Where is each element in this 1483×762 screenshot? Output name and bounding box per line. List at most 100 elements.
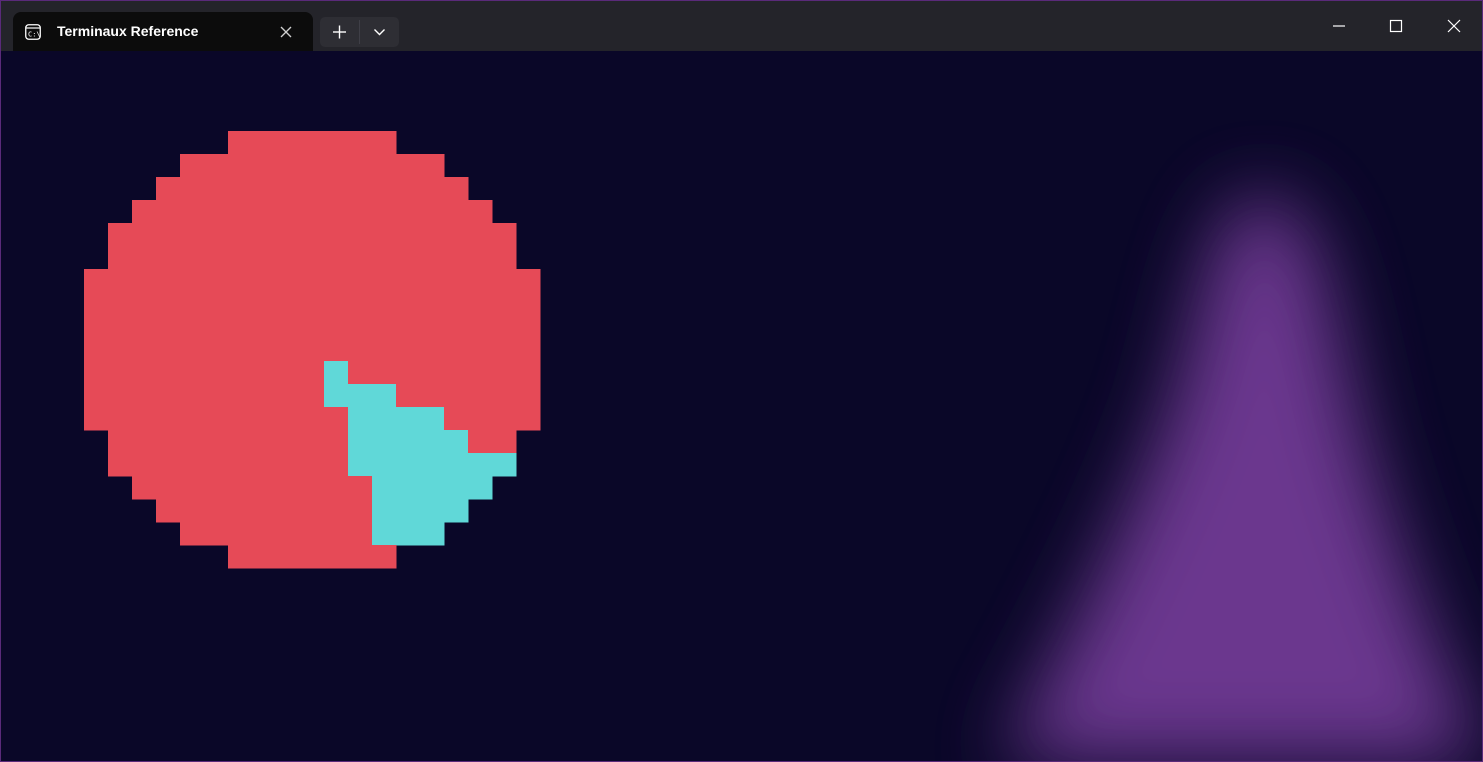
pie-slice-1-cell bbox=[228, 407, 253, 431]
pie-slice-1-cell bbox=[252, 407, 277, 431]
pie-slice-1-cell bbox=[276, 522, 301, 546]
pie-slice-1-cell bbox=[444, 269, 469, 293]
pie-slice-2-cell bbox=[444, 476, 469, 500]
pie-slice-1-cell bbox=[444, 223, 469, 247]
pie-slice-1-cell bbox=[348, 292, 373, 316]
pie-slice-1-cell bbox=[180, 453, 205, 477]
pie-slice-1-cell bbox=[420, 384, 445, 408]
pie-slice-1-cell bbox=[204, 476, 229, 500]
pie-slice-1-cell bbox=[420, 223, 445, 247]
pie-slice-1-cell bbox=[468, 315, 493, 339]
title-bar: C:\ Terminaux Reference bbox=[1, 1, 1482, 51]
pie-slice-1-cell bbox=[276, 361, 301, 385]
pie-slice-1-cell bbox=[396, 154, 421, 178]
pie-slice-1-cell bbox=[324, 177, 349, 201]
pie-slice-1-cell bbox=[348, 545, 373, 569]
pie-slice-1-cell bbox=[276, 453, 301, 477]
minimize-icon bbox=[1333, 25, 1345, 27]
pie-slice-1-cell bbox=[324, 154, 349, 178]
pie-slice-1-cell bbox=[324, 131, 349, 155]
pie-slice-1-cell bbox=[180, 315, 205, 339]
pie-slice-1-cell bbox=[180, 154, 205, 178]
tab-title: Terminaux Reference bbox=[57, 23, 199, 39]
pie-slice-2-cell bbox=[396, 476, 421, 500]
pie-slice-1-cell bbox=[156, 384, 181, 408]
maximize-button[interactable] bbox=[1368, 1, 1424, 51]
pie-slice-1-cell bbox=[156, 476, 181, 500]
pie-slice-2-cell bbox=[396, 453, 421, 477]
pie-slice-1-cell bbox=[372, 177, 397, 201]
pie-slice-1-cell bbox=[132, 246, 157, 270]
pie-slice-1-cell bbox=[300, 476, 325, 500]
pie-slice-1-cell bbox=[108, 269, 133, 293]
pie-slice-1-cell bbox=[156, 430, 181, 454]
pie-slice-1-cell bbox=[204, 246, 229, 270]
pie-slice-1-cell bbox=[156, 223, 181, 247]
pie-slice-1-cell bbox=[252, 522, 277, 546]
pie-slice-1-cell bbox=[420, 315, 445, 339]
pie-slice-1-cell bbox=[300, 338, 325, 362]
pie-slice-1-cell bbox=[300, 384, 325, 408]
pie-slice-1-cell bbox=[372, 154, 397, 178]
pie-slice-1-cell bbox=[372, 292, 397, 316]
pie-slice-1-cell bbox=[396, 361, 421, 385]
pie-slice-1-cell bbox=[276, 338, 301, 362]
pie-slice-1-cell bbox=[492, 315, 517, 339]
pie-slice-1-cell bbox=[228, 499, 253, 523]
tab-terminaux-reference[interactable]: C:\ Terminaux Reference bbox=[13, 12, 313, 51]
pie-slice-2-cell bbox=[492, 453, 517, 477]
close-tab-icon[interactable] bbox=[276, 22, 296, 42]
pie-slice-1-cell bbox=[300, 246, 325, 270]
pie-slice-1-cell bbox=[84, 338, 109, 362]
pie-slice-2-cell bbox=[468, 476, 493, 500]
pie-slice-1-cell bbox=[84, 292, 109, 316]
pie-slice-1-cell bbox=[516, 292, 541, 316]
pie-slice-2-cell bbox=[396, 407, 421, 431]
pie-chart bbox=[84, 131, 541, 569]
new-tab-button[interactable] bbox=[320, 17, 359, 47]
pie-slice-1-cell bbox=[444, 246, 469, 270]
pie-slice-2-cell bbox=[348, 384, 373, 408]
pie-slice-1-cell bbox=[444, 200, 469, 224]
pie-slice-2-cell bbox=[396, 430, 421, 454]
pie-slice-2-cell bbox=[420, 430, 445, 454]
pie-slice-1-cell bbox=[228, 453, 253, 477]
pie-slice-1-cell bbox=[396, 177, 421, 201]
pie-slice-1-cell bbox=[396, 384, 421, 408]
pie-slice-1-cell bbox=[324, 315, 349, 339]
pie-slice-1-cell bbox=[276, 292, 301, 316]
pie-slice-1-cell bbox=[108, 384, 133, 408]
pie-slice-1-cell bbox=[228, 177, 253, 201]
pie-slice-1-cell bbox=[156, 361, 181, 385]
tab-dropdown-button[interactable] bbox=[360, 17, 399, 47]
pie-slice-1-cell bbox=[372, 223, 397, 247]
pie-slice-1-cell bbox=[396, 292, 421, 316]
pie-slice-1-cell bbox=[324, 246, 349, 270]
pie-slice-1-cell bbox=[84, 384, 109, 408]
close-window-button[interactable] bbox=[1426, 1, 1482, 51]
pie-slice-1-cell bbox=[276, 476, 301, 500]
pie-slice-1-cell bbox=[276, 177, 301, 201]
pie-slice-1-cell bbox=[204, 384, 229, 408]
pie-slice-1-cell bbox=[492, 407, 517, 431]
pie-slice-1-cell bbox=[276, 223, 301, 247]
pie-slice-1-cell bbox=[348, 200, 373, 224]
pie-slice-1-cell bbox=[372, 200, 397, 224]
pie-slice-1-cell bbox=[276, 545, 301, 569]
pie-slice-1-cell bbox=[180, 246, 205, 270]
pie-slice-1-cell bbox=[396, 200, 421, 224]
pie-slice-1-cell bbox=[300, 131, 325, 155]
pie-slice-1-cell bbox=[372, 131, 397, 155]
pie-slice-1-cell bbox=[228, 246, 253, 270]
pie-slice-1-cell bbox=[252, 269, 277, 293]
terminal-content[interactable] bbox=[1, 51, 1482, 761]
pie-slice-1-cell bbox=[228, 361, 253, 385]
pie-slice-1-cell bbox=[324, 407, 349, 431]
pie-slice-1-cell bbox=[372, 338, 397, 362]
pie-slice-1-cell bbox=[420, 154, 445, 178]
pie-slice-1-cell bbox=[156, 499, 181, 523]
minimize-button[interactable] bbox=[1311, 1, 1367, 51]
pie-slice-1-cell bbox=[492, 292, 517, 316]
pie-slice-1-cell bbox=[300, 522, 325, 546]
pie-slice-1-cell bbox=[228, 223, 253, 247]
